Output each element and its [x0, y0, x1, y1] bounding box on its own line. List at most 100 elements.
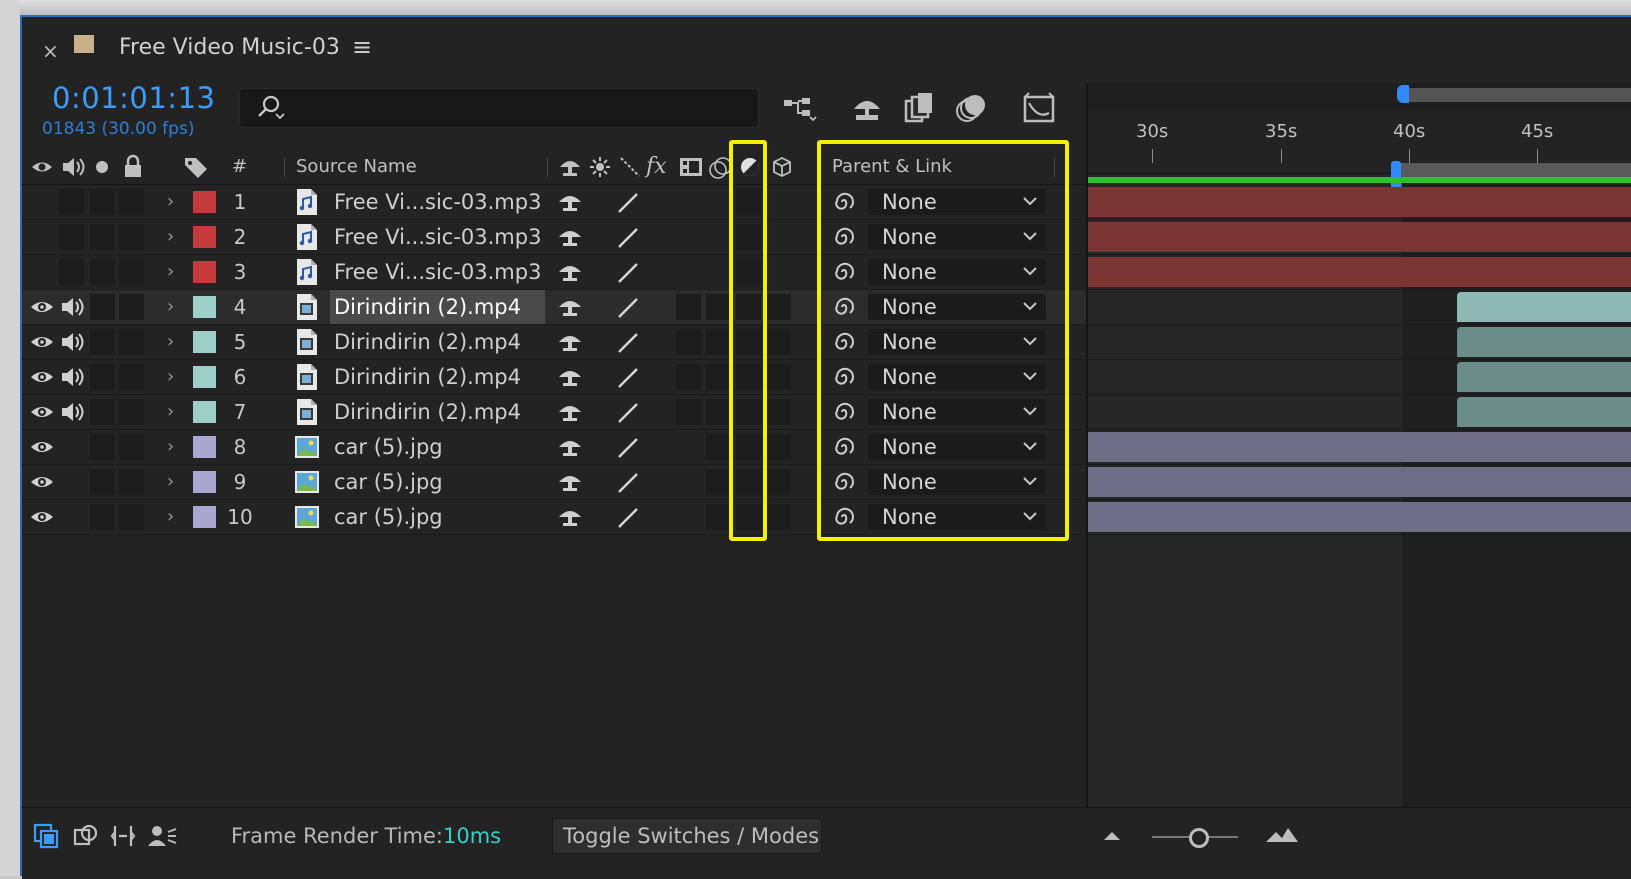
time-ruler[interactable]: 30s 35s 40s 45s	[1088, 111, 1631, 191]
shy-switch-icon[interactable]	[558, 435, 582, 459]
layer-source-name[interactable]: Dirindirin (2).mp4	[330, 325, 545, 359]
shy-layers-icon[interactable]	[848, 89, 886, 127]
timeline-area[interactable]: 30s 35s 40s 45s	[1088, 83, 1631, 816]
layer-duration-bar[interactable]	[1457, 397, 1631, 427]
shy-switch-icon[interactable]	[558, 400, 582, 424]
expand-chevron-icon[interactable]: ›	[167, 465, 174, 499]
quality-slash-icon[interactable]	[616, 401, 640, 425]
zoom-slider-knob[interactable]	[1189, 828, 1209, 848]
timeline-layer-track[interactable]	[1088, 465, 1631, 500]
shy-switch-icon[interactable]	[558, 295, 582, 319]
video-switch-empty[interactable]	[59, 259, 84, 285]
video-switch-empty[interactable]	[59, 189, 84, 215]
graph-editor-icon[interactable]	[1020, 89, 1058, 127]
motion-blur-switch[interactable]	[706, 504, 731, 530]
solo-switch[interactable]	[90, 189, 115, 215]
layer-duration-bar[interactable]	[1457, 362, 1631, 392]
layer-duration-bar[interactable]	[1457, 292, 1631, 322]
audio-speaker-icon[interactable]	[60, 400, 86, 424]
label-color-swatch[interactable]	[193, 226, 216, 248]
quality-slash-icon[interactable]	[616, 226, 640, 250]
layer-duration-bar[interactable]	[1457, 327, 1631, 357]
lock-switch[interactable]	[119, 469, 144, 495]
timeline-layer-track[interactable]	[1088, 185, 1631, 220]
label-color-swatch[interactable]	[193, 471, 216, 493]
expand-chevron-icon[interactable]: ›	[167, 500, 174, 534]
layer-source-name[interactable]: Dirindirin (2).mp4	[330, 360, 545, 394]
lock-switch[interactable]	[119, 504, 144, 530]
quality-slash-icon[interactable]	[616, 331, 640, 355]
timeline-layer-track[interactable]	[1088, 500, 1631, 535]
effects-switch-header[interactable]: fx	[646, 150, 667, 184]
timeline-layer-track[interactable]	[1088, 325, 1631, 360]
quality-switch-header-icon[interactable]	[618, 150, 642, 184]
timeline-layer-track[interactable]	[1088, 290, 1631, 325]
shy-switch-icon[interactable]	[558, 365, 582, 389]
layer-duration-bar[interactable]	[1088, 222, 1631, 252]
frame-blend-switch[interactable]	[676, 294, 701, 320]
motion-blur-switch[interactable]	[706, 469, 731, 495]
layer-duration-bar[interactable]	[1088, 502, 1631, 532]
layer-source-name[interactable]: Dirindirin (2).mp4	[330, 395, 545, 429]
layer-search-input[interactable]	[239, 88, 759, 128]
label-color-swatch[interactable]	[193, 506, 216, 528]
panel-menu-icon[interactable]: ≡	[352, 33, 372, 61]
label-color-swatch[interactable]	[193, 366, 216, 388]
frame-blend-switch-header-icon[interactable]	[678, 150, 704, 184]
shy-switch-icon[interactable]	[558, 190, 582, 214]
render-time-pane-icon[interactable]	[146, 822, 177, 850]
frame-blend-switch[interactable]	[676, 399, 701, 425]
eye-visibility-icon[interactable]	[30, 402, 54, 422]
solo-switch[interactable]	[90, 224, 115, 250]
toggle-switches-modes-button[interactable]: Toggle Switches / Modes	[552, 818, 822, 854]
video-switch-header-icon[interactable]	[30, 150, 54, 184]
expand-chevron-icon[interactable]: ›	[167, 255, 174, 289]
expand-chevron-icon[interactable]: ›	[167, 325, 174, 359]
layer-source-name[interactable]: car (5).jpg	[330, 465, 545, 499]
solo-header-icon[interactable]	[94, 150, 110, 184]
layer-source-name[interactable]: car (5).jpg	[330, 500, 545, 534]
motion-blur-switch[interactable]	[706, 294, 731, 320]
quality-slash-icon[interactable]	[616, 436, 640, 460]
quality-slash-icon[interactable]	[616, 471, 640, 495]
lock-switch[interactable]	[119, 224, 144, 250]
layer-switches-pane-icon[interactable]	[32, 822, 60, 850]
lock-switch[interactable]	[119, 294, 144, 320]
quality-slash-icon[interactable]	[616, 191, 640, 215]
timeline-layer-track[interactable]	[1088, 360, 1631, 395]
label-color-swatch[interactable]	[193, 261, 216, 283]
solo-switch[interactable]	[90, 504, 115, 530]
solo-switch[interactable]	[90, 259, 115, 285]
time-navigator[interactable]	[1088, 83, 1631, 111]
solo-switch[interactable]	[90, 329, 115, 355]
expand-chevron-icon[interactable]: ›	[167, 220, 174, 254]
quality-slash-icon[interactable]	[616, 261, 640, 285]
shy-switch-icon[interactable]	[558, 330, 582, 354]
lock-switch[interactable]	[119, 189, 144, 215]
eye-visibility-icon[interactable]	[30, 367, 54, 387]
layer-number-header[interactable]: #	[232, 150, 247, 184]
lock-switch[interactable]	[119, 434, 144, 460]
label-color-swatch[interactable]	[193, 331, 216, 353]
motion-blur-switch[interactable]	[706, 399, 731, 425]
motion-blur-switch[interactable]	[706, 364, 731, 390]
timeline-layer-track[interactable]	[1088, 395, 1631, 430]
layer-source-name[interactable]: car (5).jpg	[330, 430, 545, 464]
shy-switch-icon[interactable]	[558, 470, 582, 494]
expand-chevron-icon[interactable]: ›	[167, 185, 174, 219]
composition-tab-title[interactable]: Free Video Music-03	[119, 35, 340, 60]
layer-source-name[interactable]: Free Vi...sic-03.mp3	[330, 185, 545, 219]
lock-switch[interactable]	[119, 364, 144, 390]
time-navigator-bar[interactable]	[1408, 88, 1631, 102]
motion-blur-switch[interactable]	[706, 434, 731, 460]
motion-blur-icon[interactable]	[952, 89, 990, 127]
layer-duration-bar[interactable]	[1088, 187, 1631, 217]
lock-switch[interactable]	[119, 399, 144, 425]
solo-switch[interactable]	[90, 469, 115, 495]
eye-visibility-icon[interactable]	[30, 472, 54, 492]
source-name-header[interactable]: Source Name	[296, 150, 417, 184]
eye-visibility-icon[interactable]	[30, 507, 54, 527]
eye-visibility-icon[interactable]	[30, 297, 54, 317]
lock-switch[interactable]	[119, 259, 144, 285]
quality-slash-icon[interactable]	[616, 506, 640, 530]
